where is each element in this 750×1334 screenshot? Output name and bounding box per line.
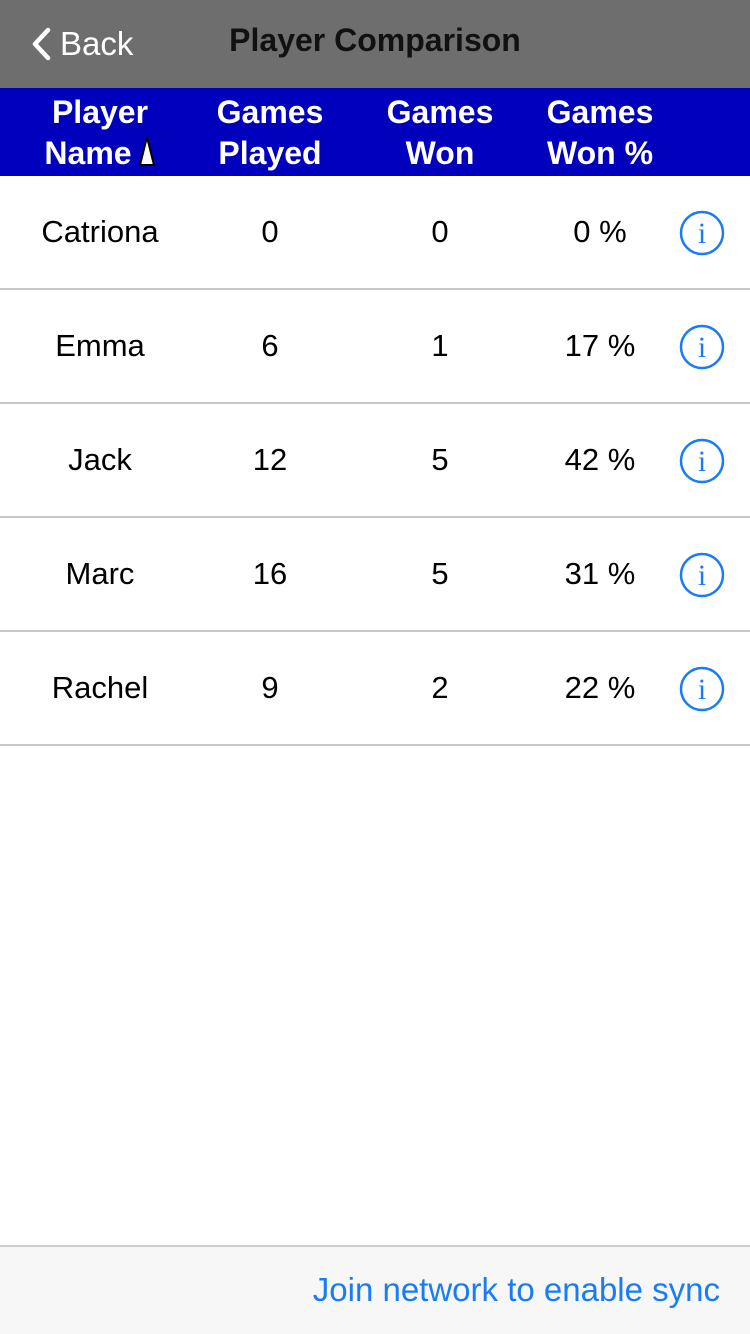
column-header-line: Games: [546, 94, 654, 130]
svg-text:i: i: [698, 673, 706, 706]
games-won-percent: 22 %: [564, 670, 636, 705]
column-header-games-won-percent[interactable]: Games Won %: [500, 92, 700, 172]
info-circle-icon[interactable]: i: [679, 438, 725, 484]
svg-text:i: i: [698, 217, 706, 250]
navigation-bar: Back Player Comparison: [0, 0, 750, 88]
table-row[interactable]: Jack 12 5 42 % i: [0, 404, 750, 518]
games-won-percent: 17 %: [564, 328, 636, 363]
sort-ascending-icon: [138, 136, 155, 166]
svg-text:i: i: [698, 445, 706, 478]
svg-text:i: i: [698, 331, 706, 364]
bottom-toolbar: Join network to enable sync: [0, 1245, 750, 1334]
info-circle-icon[interactable]: i: [679, 552, 725, 598]
column-header-line: Name: [44, 135, 132, 171]
games-won-percent: 42 %: [564, 442, 636, 477]
player-comparison-screen: Back Player Comparison Player Name Games…: [0, 0, 750, 1334]
table-row[interactable]: Rachel 9 2 22 % i: [0, 632, 750, 746]
table-row[interactable]: Catriona 0 0 0 % i: [0, 176, 750, 290]
page-title: Player Comparison: [229, 22, 521, 58]
info-circle-icon[interactable]: i: [679, 324, 725, 370]
info-circle-icon[interactable]: i: [679, 210, 725, 256]
info-circle-icon[interactable]: i: [679, 666, 725, 712]
table-row[interactable]: Emma 6 1 17 % i: [0, 290, 750, 404]
player-table: Catriona 0 0 0 % i Emma 6 1 17 % i Jack …: [0, 176, 750, 746]
table-row[interactable]: Marc 16 5 31 % i: [0, 518, 750, 632]
join-network-sync-button[interactable]: Join network to enable sync: [313, 1271, 720, 1309]
games-won-percent: 31 %: [564, 556, 636, 591]
svg-text:i: i: [698, 559, 706, 592]
games-won-percent: 0 %: [573, 214, 627, 249]
column-header-line: Won %: [546, 135, 654, 171]
table-header: Player Name Games Played Games Won Games…: [0, 88, 750, 176]
